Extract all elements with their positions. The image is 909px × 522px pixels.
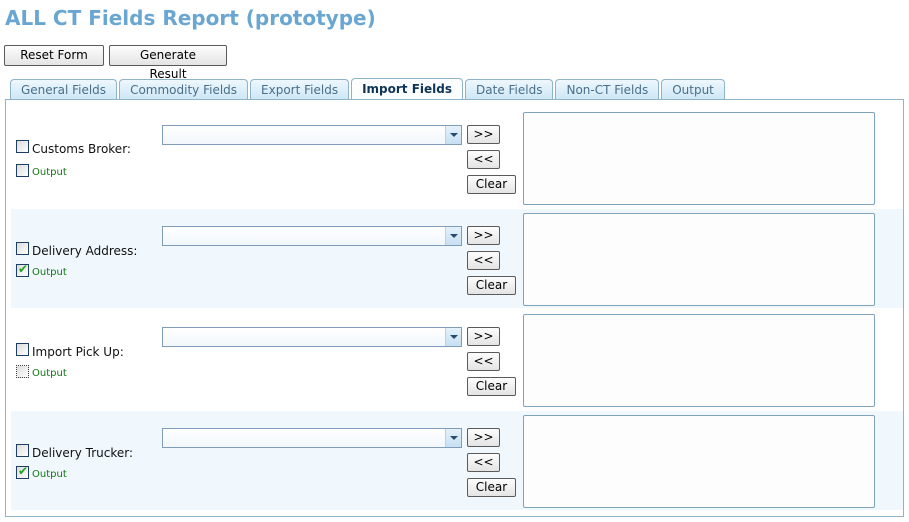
selected-values-listbox[interactable] [523,415,875,508]
import-pick-up-select[interactable] [162,327,462,347]
chevron-down-icon[interactable] [445,227,461,245]
reset-form-button[interactable]: Reset Form [4,45,104,66]
customs-broker-output-checkbox[interactable] [16,164,29,177]
clear-button[interactable]: Clear [467,276,516,295]
delivery-address-select[interactable] [162,226,462,246]
customs-broker-checkbox[interactable] [16,140,29,153]
output-label: Output [32,469,67,480]
delivery-address-checkbox[interactable] [16,242,29,255]
import-fields-panel: Customs Broker: Output >> << Clear Deliv… [5,99,904,517]
selected-values-listbox[interactable] [523,112,875,205]
tab-output[interactable]: Output [661,79,725,100]
import-pick-up-output-checkbox[interactable] [16,365,29,378]
tab-bar: General Fields Commodity Fields Export F… [10,78,727,101]
tab-general-fields[interactable]: General Fields [10,79,118,100]
add-button[interactable]: >> [467,327,500,346]
chevron-down-icon[interactable] [445,328,461,346]
checkmark-icon: ✔ [18,262,29,276]
chevron-down-icon[interactable] [445,126,461,144]
clear-button[interactable]: Clear [467,175,516,194]
import-pick-up-checkbox[interactable] [16,343,29,356]
field-row-customs-broker: Customs Broker: Output >> << Clear [11,108,903,207]
tab-non-ct-fields[interactable]: Non-CT Fields [555,79,660,100]
output-label: Output [32,368,67,379]
field-row-delivery-trucker: Delivery Trucker: ✔ Output >> << Clear [11,411,903,510]
field-label: Delivery Trucker: [32,446,133,460]
delivery-trucker-select[interactable] [162,428,462,448]
field-row-import-pick-up: Import Pick Up: Output >> << Clear [11,310,903,409]
clear-button[interactable]: Clear [467,478,516,497]
selected-values-listbox[interactable] [523,213,875,306]
remove-button[interactable]: << [467,150,500,169]
remove-button[interactable]: << [467,251,500,270]
field-row-delivery-address: Delivery Address: ✔ Output >> << Clear [11,209,903,308]
output-label: Output [32,267,67,278]
selected-values-listbox[interactable] [523,314,875,407]
add-button[interactable]: >> [467,226,500,245]
output-label: Output [32,167,67,178]
field-label: Customs Broker: [32,142,131,156]
remove-button[interactable]: << [467,352,500,371]
delivery-address-output-checkbox[interactable]: ✔ [16,262,29,277]
page-title: ALL CT Fields Report (prototype) [5,6,376,30]
remove-button[interactable]: << [467,453,500,472]
chevron-down-icon[interactable] [445,429,461,447]
field-label: Import Pick Up: [32,345,124,359]
tab-commodity-fields[interactable]: Commodity Fields [119,79,249,100]
add-button[interactable]: >> [467,428,500,447]
add-button[interactable]: >> [467,125,500,144]
tab-date-fields[interactable]: Date Fields [465,79,554,100]
field-label: Delivery Address: [32,244,138,258]
customs-broker-select[interactable] [162,125,462,145]
tab-import-fields[interactable]: Import Fields [351,78,464,101]
delivery-trucker-output-checkbox[interactable]: ✔ [16,464,29,479]
delivery-trucker-checkbox[interactable] [16,444,29,457]
tab-export-fields[interactable]: Export Fields [250,79,350,100]
checkmark-icon: ✔ [18,464,29,478]
generate-result-button[interactable]: Generate Result [109,45,227,81]
clear-button[interactable]: Clear [467,377,516,396]
